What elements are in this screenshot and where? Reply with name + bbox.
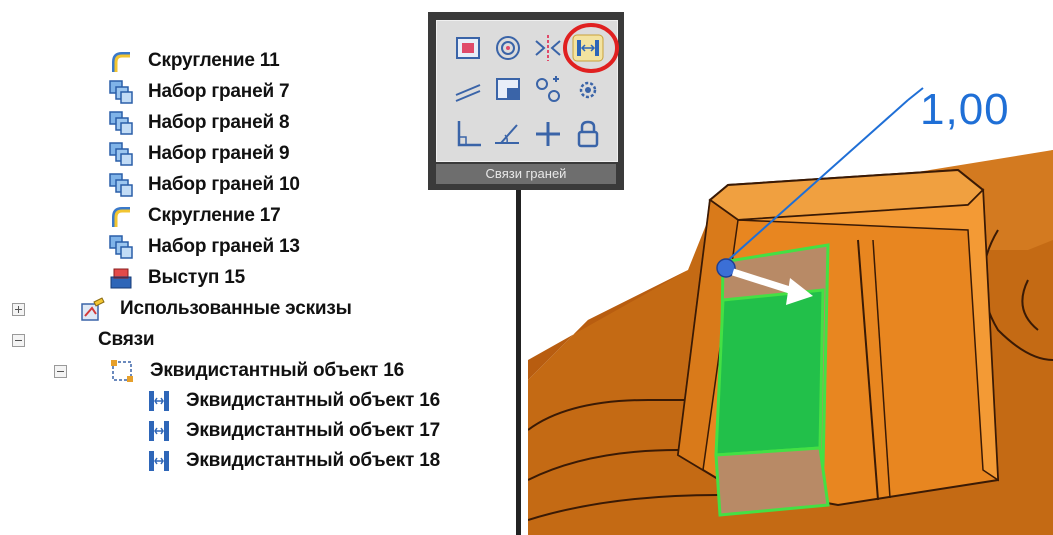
tree-item-offset-relation-16[interactable]: Эквидистантный объект 16 (146, 386, 440, 416)
tree-item-used-sketches[interactable]: Использованные эскизы (80, 294, 352, 324)
tree-item-label: Скругление 11 (148, 50, 280, 71)
tree-item-offset-group-16[interactable]: Эквидистантный объект 16 (110, 356, 404, 386)
tree-item-face-set-9[interactable]: Набор граней 9 (108, 139, 290, 169)
tree-item-label: Эквидистантный объект 16 (150, 360, 404, 381)
face-set-icon (109, 235, 133, 259)
dimension-value[interactable]: 1,00 (920, 85, 1010, 135)
concentric-icon[interactable] (491, 31, 525, 65)
offset-relation-icon (149, 391, 169, 411)
tree-item-offset-relation-17[interactable]: Эквидистантный объект 17 (146, 416, 440, 446)
tangent-icon[interactable] (491, 73, 525, 107)
tree-item-face-set-8[interactable]: Набор граней 8 (108, 108, 290, 138)
fillet-icon (112, 207, 130, 227)
perpendicular-icon[interactable] (451, 117, 485, 151)
boss-icon (110, 268, 132, 289)
tree-item-offset-relation-18[interactable]: Эквидистантный объект 18 (146, 446, 440, 476)
face-set-icon (109, 142, 133, 166)
tree-item-label: Использованные эскизы (120, 298, 352, 319)
tree-item-face-set-13[interactable]: Набор граней 13 (108, 232, 300, 262)
coincident-face-icon[interactable] (451, 31, 485, 65)
expand-toggle[interactable] (12, 303, 25, 316)
collapse-toggle[interactable] (54, 365, 67, 378)
tree-item-label: Набор граней 13 (148, 236, 300, 257)
offset-group-icon (111, 360, 133, 382)
parallel-icon[interactable] (451, 73, 485, 107)
tree-item-boss-15[interactable]: Выступ 15 (108, 263, 245, 293)
tree-item-face-set-10[interactable]: Набор граней 10 (108, 170, 300, 200)
tree-item-face-set-7[interactable]: Набор граней 7 (108, 77, 290, 107)
tree-item-fillet-17[interactable]: Скругление 17 (108, 201, 281, 231)
tree-item-label: Выступ 15 (148, 267, 245, 288)
face-set-icon (109, 80, 133, 104)
collapse-toggle[interactable] (12, 334, 25, 347)
callout-leader-line (516, 170, 521, 535)
face-set-icon (109, 173, 133, 197)
tree-item-label: Набор граней 7 (148, 81, 290, 102)
tree-item-label: Набор граней 10 (148, 174, 300, 195)
3d-viewport[interactable] (528, 0, 1053, 535)
tree-item-label: Эквидистантный объект 18 (186, 450, 440, 471)
tree-item-label: Скругление 17 (148, 205, 281, 226)
tree-item-relations[interactable]: Связи (98, 325, 155, 355)
face-set-icon (109, 111, 133, 135)
tree-item-fillet-11[interactable]: Скругление 11 (108, 46, 280, 76)
offset-relation-icon (149, 451, 169, 471)
fillet-icon (112, 52, 130, 72)
tree-item-label: Набор граней 8 (148, 112, 290, 133)
tree-item-label: Эквидистантный объект 16 (186, 390, 440, 411)
offset-relation-icon (149, 421, 169, 441)
tree-item-label: Набор граней 9 (148, 143, 290, 164)
sketches-icon (81, 297, 105, 321)
tree-item-label: Связи (98, 329, 155, 350)
angle-icon[interactable] (491, 117, 525, 151)
tree-item-label: Эквидистантный объект 17 (186, 420, 440, 441)
